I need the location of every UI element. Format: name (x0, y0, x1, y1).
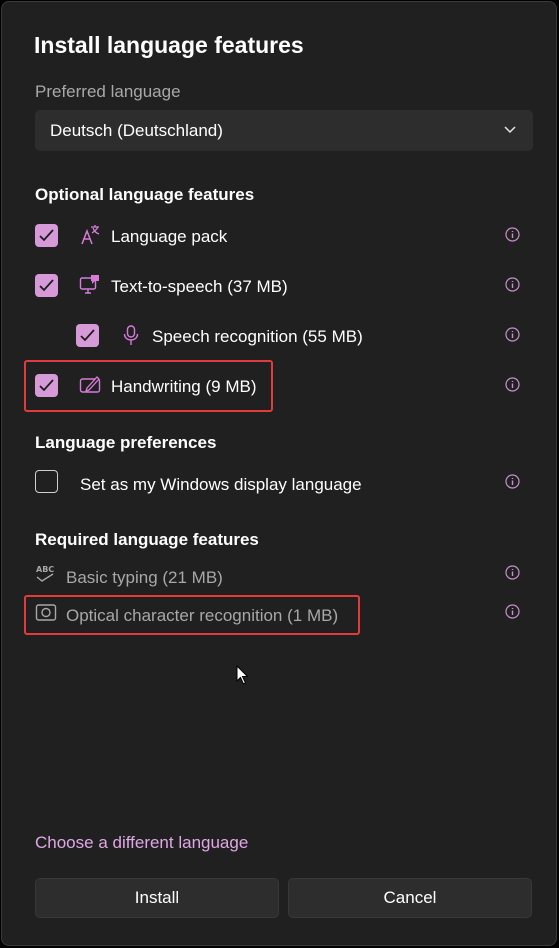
optional-features-heading: Optional language features (35, 185, 255, 204)
checkbox-speech-recognition[interactable] (76, 324, 99, 347)
info-icon[interactable] (505, 327, 520, 342)
checkmark-icon (39, 229, 54, 242)
preferred-language-value: Deutsch (Deutschland) (50, 121, 223, 140)
required-feature-basic-typing: ABC Basic typing (21 MB) (35, 563, 525, 591)
cancel-button[interactable]: Cancel (288, 878, 532, 918)
display-language-label: Set as my Windows display language (80, 475, 362, 494)
speech-recognition-label: Speech recognition (55 MB) (152, 327, 363, 346)
info-icon[interactable] (505, 565, 520, 580)
info-icon[interactable] (505, 277, 520, 292)
language-preferences-heading: Language preferences (35, 433, 217, 452)
choose-different-language-link[interactable]: Choose a different language (35, 833, 248, 853)
microphone-icon (123, 325, 139, 345)
preferred-language-dropdown[interactable]: Deutsch (Deutschland) (35, 110, 533, 151)
mouse-cursor-icon (236, 665, 249, 685)
checkbox-display-language[interactable] (35, 470, 58, 493)
checkmark-icon (80, 329, 95, 342)
optional-feature-speech-recognition[interactable]: Speech recognition (55 MB) (76, 323, 525, 351)
info-icon[interactable] (505, 227, 520, 242)
chevron-down-icon (504, 126, 516, 134)
optional-feature-text-to-speech[interactable]: Text-to-speech (37 MB) (35, 273, 525, 301)
language-pack-icon (81, 225, 100, 245)
optional-feature-language-pack[interactable]: Language pack (35, 223, 525, 251)
display-language-option[interactable]: Set as my Windows display language (35, 470, 525, 498)
svg-text:ABC: ABC (36, 565, 54, 574)
install-language-features-dialog: Install language features Preferred lang… (1, 1, 557, 946)
abc-typing-icon: ABC (36, 565, 54, 582)
checkbox-language-pack[interactable] (35, 224, 58, 247)
install-button[interactable]: Install (35, 878, 279, 918)
checkbox-text-to-speech[interactable] (35, 274, 58, 297)
basic-typing-label: Basic typing (21 MB) (66, 568, 223, 587)
text-to-speech-label: Text-to-speech (37 MB) (111, 277, 288, 296)
info-icon[interactable] (505, 377, 520, 392)
text-to-speech-icon (79, 275, 99, 294)
preferred-language-label: Preferred language (35, 82, 181, 101)
info-icon[interactable] (505, 604, 520, 619)
dialog-title: Install language features (34, 32, 304, 58)
checkmark-icon (39, 279, 54, 292)
info-icon[interactable] (505, 474, 520, 489)
required-features-heading: Required language features (35, 530, 259, 549)
language-pack-label: Language pack (111, 227, 228, 246)
highlight-box-ocr (24, 595, 360, 635)
highlight-box-handwriting (24, 360, 273, 412)
